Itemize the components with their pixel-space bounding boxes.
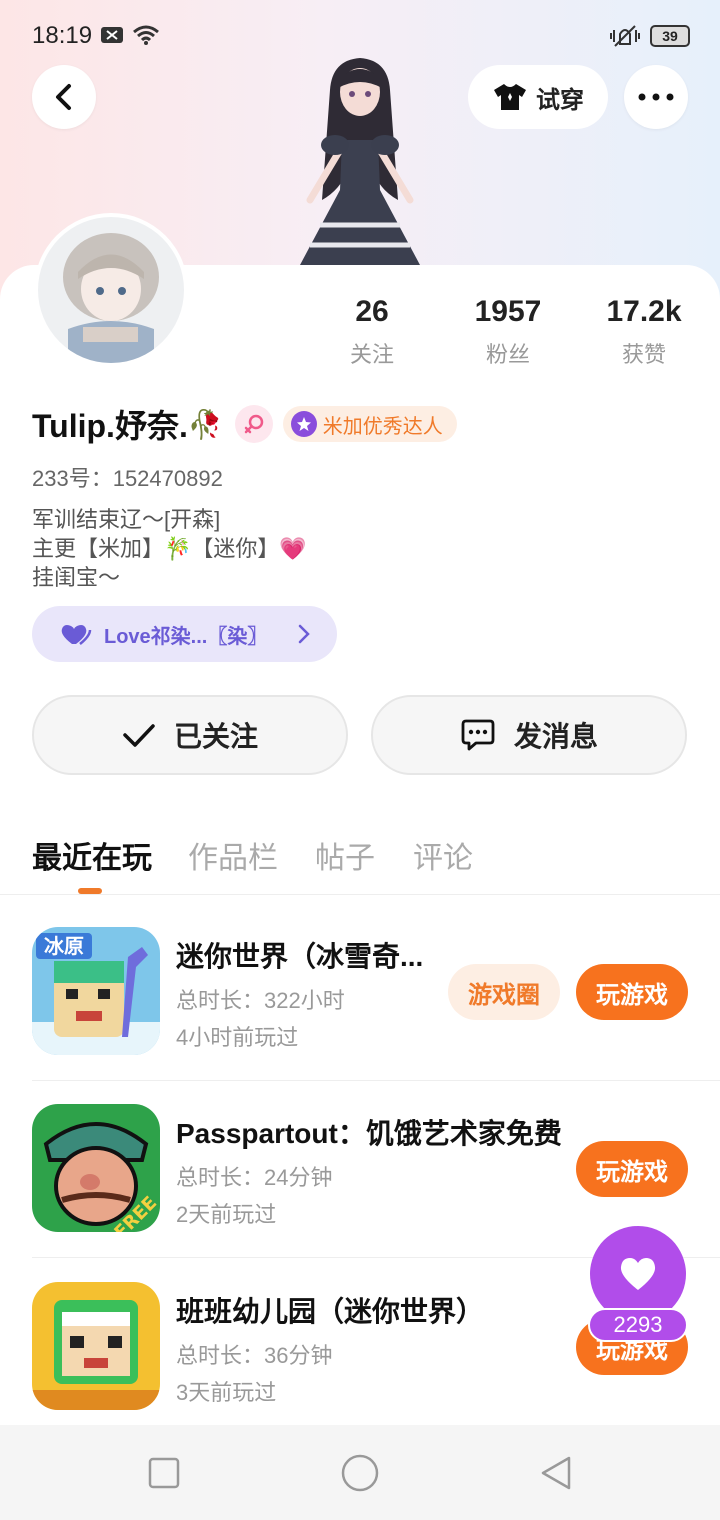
tabs-divider bbox=[0, 894, 720, 895]
battery-level: 39 bbox=[662, 28, 678, 44]
game-icon: 冰原 bbox=[32, 927, 160, 1055]
username: Tulip.妤奈. bbox=[32, 408, 188, 444]
game-duration: 总时长：36分钟 bbox=[176, 1343, 333, 1368]
rose-emoji: 🥀 bbox=[187, 408, 223, 440]
game-title: 迷你世界（冰雪奇... bbox=[176, 941, 424, 972]
back-button[interactable] bbox=[32, 65, 96, 129]
game-icon-text: 冰原 bbox=[44, 934, 84, 958]
female-gender-icon bbox=[234, 405, 273, 443]
game-title: Passpartout：饥饿艺术家免费 bbox=[176, 1118, 562, 1149]
square-icon bbox=[148, 1457, 180, 1489]
stat-following[interactable]: 26 关注 bbox=[302, 295, 442, 369]
game-last-played: 4小时前玩过 bbox=[176, 1025, 299, 1050]
profile-tabs: 最近在玩 作品栏 帖子 评论 bbox=[0, 825, 720, 895]
status-time: 18:19 bbox=[32, 22, 93, 49]
wifi-icon bbox=[133, 25, 159, 45]
cp-label: Love祁染...〖染〗 bbox=[104, 625, 268, 648]
stat-followers[interactable]: 1957 粉丝 bbox=[438, 295, 578, 369]
bio-line: 主更【米加】🎋【迷你】💗 bbox=[32, 536, 307, 561]
stat-likes[interactable]: 17.2k 获赞 bbox=[574, 295, 714, 369]
bio: 军训结束辽～[开森] 主更【米加】🎋【迷你】💗 挂闺宝～ bbox=[32, 505, 307, 592]
talent-badge-label: 米加优秀达人 bbox=[322, 415, 443, 438]
game-title: 班班幼儿园（迷你世界） bbox=[176, 1296, 485, 1327]
name-row: Tulip.妤奈. 🥀 米加优秀达人 bbox=[32, 402, 457, 446]
chevron-right-icon bbox=[298, 624, 310, 644]
heart-icon bbox=[620, 1258, 656, 1290]
send-message-label: 发消息 bbox=[513, 721, 598, 752]
try-on-button[interactable]: 试穿 bbox=[468, 65, 608, 129]
home-button[interactable] bbox=[340, 1453, 380, 1493]
followed-button[interactable]: 已关注 bbox=[32, 695, 348, 775]
battery-icon: 39 bbox=[650, 25, 690, 47]
play-game-button[interactable]: 玩游戏 bbox=[576, 964, 688, 1020]
followed-label: 已关注 bbox=[173, 721, 258, 752]
chevron-left-icon bbox=[56, 84, 71, 110]
tshirt-icon bbox=[494, 84, 526, 110]
bio-line: 军训结束辽～[开森] bbox=[32, 507, 221, 532]
game-last-played: 3天前玩过 bbox=[176, 1380, 277, 1405]
tab-recently-played[interactable]: 最近在玩 bbox=[32, 833, 152, 877]
stat-value: 1957 bbox=[474, 295, 542, 328]
like-count: 2293 bbox=[588, 1308, 688, 1342]
try-on-label: 试穿 bbox=[536, 86, 584, 114]
triangle-back-icon bbox=[541, 1456, 571, 1490]
bio-line: 挂闺宝～ bbox=[32, 565, 121, 590]
stat-value: 17.2k bbox=[606, 295, 682, 328]
checkmark-icon bbox=[123, 724, 155, 747]
more-dots-icon bbox=[638, 93, 674, 101]
game-duration: 总时长：322小时 bbox=[176, 988, 345, 1013]
user-id: 233号：152470892 bbox=[32, 466, 223, 491]
recent-apps-button[interactable] bbox=[144, 1453, 184, 1493]
avatar-character-image[interactable] bbox=[280, 50, 440, 270]
notification-icon bbox=[101, 27, 123, 43]
row-divider bbox=[32, 1080, 720, 1081]
stats-bar: 26 关注 1957 粉丝 17.2k 获赞 bbox=[0, 295, 720, 375]
chat-bubble-icon bbox=[461, 719, 495, 751]
game-circle-button[interactable]: 游戏圈 bbox=[448, 964, 560, 1020]
system-navigation-bar bbox=[0, 1425, 720, 1520]
game-icon bbox=[32, 1282, 160, 1410]
stat-value: 26 bbox=[355, 295, 389, 328]
play-game-button[interactable]: 玩游戏 bbox=[576, 1141, 688, 1197]
heart-pair-icon bbox=[61, 625, 92, 645]
stat-label: 关注 bbox=[349, 342, 394, 367]
game-list-item[interactable]: 冰原 迷你世界（冰雪奇... 总时长：322小时 4小时前玩过 游戏圈 玩游戏 bbox=[0, 927, 720, 1103]
talent-star-icon bbox=[290, 411, 317, 437]
circle-icon bbox=[341, 1454, 379, 1492]
vibrate-icon bbox=[610, 25, 640, 47]
game-duration: 总时长：24分钟 bbox=[176, 1165, 333, 1190]
tab-comments[interactable]: 评论 bbox=[413, 833, 473, 877]
back-nav-button[interactable] bbox=[536, 1453, 576, 1493]
tab-posts[interactable]: 帖子 bbox=[315, 833, 375, 877]
stat-label: 粉丝 bbox=[485, 342, 530, 367]
more-button[interactable] bbox=[624, 65, 688, 129]
cp-relation-chip[interactable]: Love祁染...〖染〗 bbox=[32, 606, 337, 662]
game-icon: FREE bbox=[32, 1104, 160, 1232]
talent-badge[interactable]: 米加优秀达人 bbox=[282, 406, 457, 442]
send-message-button[interactable]: 发消息 bbox=[371, 695, 687, 775]
status-left-icons bbox=[100, 24, 160, 46]
tab-works[interactable]: 作品栏 bbox=[188, 833, 278, 877]
stat-label: 获赞 bbox=[621, 342, 666, 367]
game-last-played: 2天前玩过 bbox=[176, 1202, 277, 1227]
status-right-icons: 39 bbox=[610, 24, 690, 48]
